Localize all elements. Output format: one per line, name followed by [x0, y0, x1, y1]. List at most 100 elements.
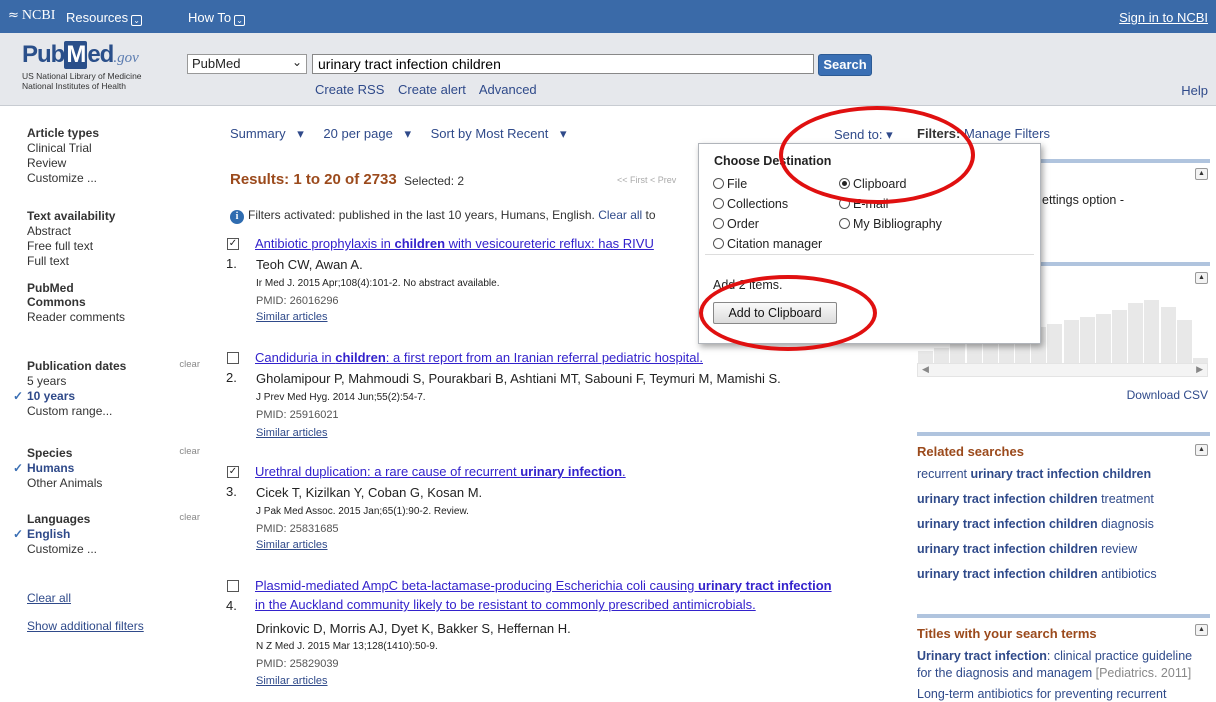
filter-other-animals[interactable]: Other Animals: [27, 476, 202, 491]
database-value: PubMed: [192, 56, 241, 71]
collapse-icon[interactable]: ▲: [1195, 272, 1208, 284]
similar-articles-link[interactable]: Similar articles: [256, 675, 328, 687]
scroll-right-icon[interactable]: ▶: [1196, 364, 1203, 375]
related-search-link[interactable]: urinary tract infection children treatme…: [917, 492, 1154, 506]
titles-item-1-line-2[interactable]: for the diagnosis and managem [Pediatric…: [917, 666, 1191, 680]
histogram-bar[interactable]: [1127, 303, 1144, 368]
sign-in-link[interactable]: Sign in to NCBI: [1119, 10, 1208, 25]
ncbi-logo-text: NCBI: [21, 8, 56, 23]
title-highlight: children: [394, 236, 446, 251]
result-pmid: PMID: 25916021: [256, 409, 339, 421]
histogram-bar[interactable]: [1078, 317, 1095, 368]
filter-full-text[interactable]: Full text: [27, 254, 202, 269]
filter-customize[interactable]: Customize ...: [27, 171, 202, 186]
manage-filters-link[interactable]: Manage Filters: [964, 126, 1050, 141]
histogram-scrollbar[interactable]: ◀ ▶: [917, 363, 1208, 377]
species-clear[interactable]: clear: [179, 446, 200, 457]
similar-articles-link[interactable]: Similar articles: [256, 539, 328, 551]
create-rss-link[interactable]: Create RSS: [315, 82, 384, 97]
filter-review[interactable]: Review: [27, 156, 202, 171]
text-availability-filter: Text availability Abstract Free full tex…: [27, 209, 202, 269]
howto-menu[interactable]: How To ⌄: [188, 10, 246, 26]
ncbi-logo[interactable]: ≈ NCBI: [8, 8, 55, 24]
clear-all-filters-link[interactable]: Clear all: [27, 591, 71, 605]
dest-bibliography-radio[interactable]: My Bibliography: [839, 217, 942, 231]
collapse-icon[interactable]: ▲: [1195, 624, 1208, 636]
filter-free-full-text[interactable]: Free full text: [27, 239, 202, 254]
sort-menu[interactable]: Sort by Most Recent ▾: [431, 126, 575, 141]
pager-first-prev[interactable]: << First < Prev: [617, 175, 676, 185]
filter-humans[interactable]: ✓ Humans: [13, 461, 202, 476]
search-button[interactable]: Search: [818, 54, 872, 76]
filter-english[interactable]: ✓ English: [13, 527, 202, 542]
result-title-link[interactable]: Urethral duplication: a rare cause of re…: [255, 464, 626, 479]
search-input[interactable]: urinary tract infection children: [312, 54, 814, 74]
result-title-link[interactable]: Antibiotic prophylaxis in children with …: [255, 236, 654, 251]
dest-file-radio[interactable]: File: [713, 177, 747, 191]
publication-dates-clear[interactable]: clear: [179, 359, 200, 370]
related-search-link[interactable]: recurrent urinary tract infection childr…: [917, 467, 1151, 481]
divider: [917, 614, 1210, 618]
related-search-link[interactable]: urinary tract infection children review: [917, 542, 1137, 556]
title-part: Antibiotic prophylaxis in: [255, 236, 395, 251]
filter-humans-label: Humans: [27, 461, 75, 475]
titles-item-1[interactable]: Urinary tract infection: clinical practi…: [917, 649, 1192, 663]
display-settings: Summary ▾ 20 per page ▾ Sort by Most Rec…: [230, 126, 583, 142]
similar-articles-link[interactable]: Similar articles: [256, 427, 328, 439]
scroll-left-icon[interactable]: ◀: [922, 364, 929, 375]
titles-part: for the diagnosis and managem: [917, 666, 1093, 680]
logo-m: M: [64, 41, 88, 69]
collapse-icon[interactable]: ▲: [1195, 168, 1208, 180]
database-select[interactable]: PubMed ⌄: [187, 54, 307, 74]
histogram-bar[interactable]: [1143, 300, 1160, 368]
resources-menu[interactable]: Resources ⌄: [66, 10, 143, 26]
chevron-down-icon: ⌄: [131, 15, 143, 26]
result-checkbox[interactable]: [227, 352, 239, 364]
languages-clear[interactable]: clear: [179, 512, 200, 523]
dest-collections-radio[interactable]: Collections: [713, 197, 788, 211]
histogram-bar[interactable]: [1094, 313, 1111, 368]
histogram-bar[interactable]: [1159, 306, 1176, 368]
format-menu[interactable]: Summary ▾: [230, 126, 312, 141]
histogram-bar[interactable]: [1046, 323, 1063, 368]
show-additional-filters-link[interactable]: Show additional filters: [27, 619, 144, 633]
per-page-menu[interactable]: 20 per page ▾: [323, 126, 419, 141]
text-availability-heading: Text availability: [27, 209, 116, 223]
result-title-link-line-2[interactable]: in the Auckland community likely to be r…: [255, 597, 756, 612]
dest-citation-manager-radio[interactable]: Citation manager: [713, 237, 822, 251]
filter-clinical-trial[interactable]: Clinical Trial: [27, 141, 202, 156]
result-title-link[interactable]: Candiduria in children: a first report f…: [255, 350, 703, 365]
filter-abstract[interactable]: Abstract: [27, 224, 202, 239]
species-heading: Species: [27, 446, 73, 460]
dest-order-radio[interactable]: Order: [713, 217, 759, 231]
filter-reader-comments[interactable]: Reader comments: [27, 310, 202, 325]
filter-custom-range[interactable]: Custom range...: [27, 404, 202, 419]
help-link[interactable]: Help: [1181, 83, 1208, 98]
caret-down-icon: ▾: [404, 126, 411, 141]
related-search-link[interactable]: urinary tract infection children diagnos…: [917, 517, 1154, 531]
collapse-icon[interactable]: ▲: [1195, 444, 1208, 456]
result-checkbox[interactable]: [227, 580, 239, 592]
clear-all-link[interactable]: Clear all: [598, 208, 642, 222]
similar-articles-link[interactable]: Similar articles: [256, 311, 328, 323]
dest-label: My Bibliography: [853, 217, 942, 231]
result-checkbox[interactable]: ✓: [227, 466, 239, 478]
sort-label: Sort by Most Recent: [430, 126, 549, 141]
histogram-bar[interactable]: [1175, 320, 1192, 368]
dest-label: Citation manager: [727, 237, 823, 251]
result-checkbox[interactable]: ✓: [227, 238, 239, 250]
filter-customize-language[interactable]: Customize ...: [27, 542, 202, 557]
histogram-bar[interactable]: [1111, 310, 1128, 368]
advanced-link[interactable]: Advanced: [479, 82, 537, 97]
titles-item-2[interactable]: Long-term antibiotics for preventing rec…: [917, 687, 1166, 701]
download-csv-link[interactable]: Download CSV: [1127, 388, 1208, 402]
histogram-bar[interactable]: [1062, 320, 1079, 368]
filter-5-years[interactable]: 5 years: [27, 374, 202, 389]
filter-10-years[interactable]: ✓ 10 years: [13, 389, 202, 404]
create-alert-link[interactable]: Create alert: [398, 82, 466, 97]
related-search-link[interactable]: urinary tract infection children antibio…: [917, 567, 1157, 581]
related-part: review: [1097, 542, 1138, 556]
pubmed-logo[interactable]: PubMed.gov US National Library of Medici…: [22, 41, 142, 91]
resources-label: Resources: [66, 10, 129, 25]
result-title-link[interactable]: Plasmid-mediated AmpC beta-lactamase-pro…: [255, 578, 832, 593]
